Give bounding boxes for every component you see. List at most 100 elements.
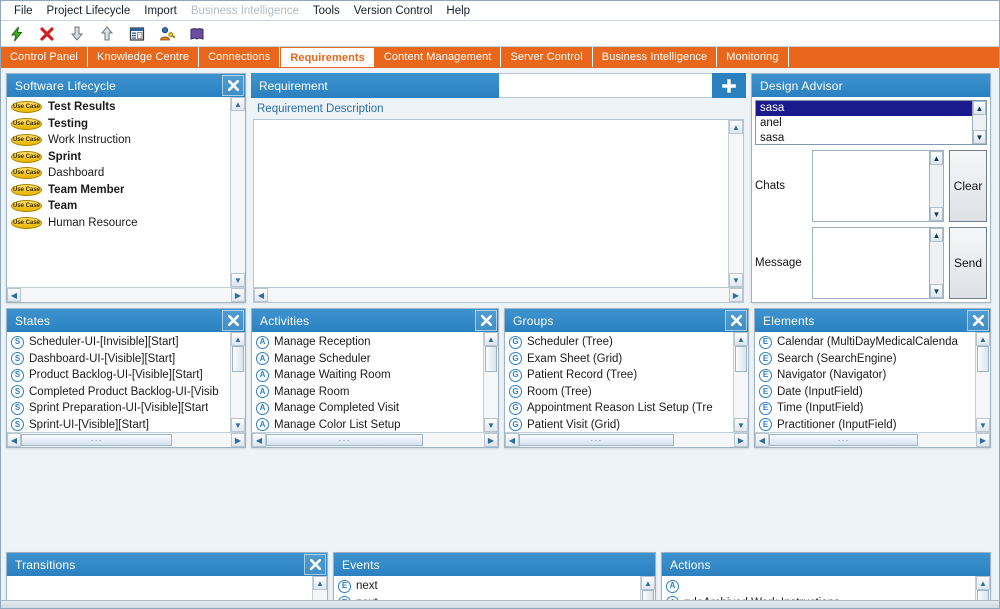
scroll-left-icon[interactable]: ◀: [755, 433, 769, 447]
scroll-track[interactable]: [641, 590, 655, 600]
scroll-up-icon[interactable]: ▲: [930, 228, 943, 242]
list-item[interactable]: EDate (InputField): [757, 384, 975, 401]
scroll-track[interactable]: [231, 111, 245, 273]
software-lifecycle-list[interactable]: Use CaseTest ResultsUse CaseTestingUse C…: [7, 97, 230, 287]
list-item[interactable]: GScheduler (Tree): [507, 334, 733, 351]
close-icon[interactable]: [475, 310, 497, 331]
scroll-thumb-h[interactable]: [519, 434, 674, 446]
list-item[interactable]: Use CaseTeam Member: [9, 182, 230, 199]
scroll-track[interactable]: [729, 134, 743, 273]
scroll-up-icon[interactable]: ▲: [231, 332, 245, 346]
menu-item-version-control[interactable]: Version Control: [347, 2, 440, 20]
list-item[interactable]: ECalendar (MultiDayMedicalCalenda: [757, 334, 975, 351]
scroll-up-icon[interactable]: ▲: [729, 120, 743, 134]
scroll-track[interactable]: [976, 346, 990, 418]
list-item[interactable]: ESearch (SearchEngine): [757, 351, 975, 368]
design-advisor-user-item[interactable]: sasa: [756, 101, 972, 116]
list-item[interactable]: AruleArchived Work Instructions: [664, 595, 975, 601]
menu-item-tools[interactable]: Tools: [306, 2, 347, 20]
scroll-right-icon[interactable]: ▶: [231, 433, 245, 447]
list-item[interactable]: GExam Sheet (Grid): [507, 351, 733, 368]
list-item[interactable]: SSprint Preparation-UI-[Visible][Start: [9, 400, 230, 417]
list-item[interactable]: Use CaseWork Instruction: [9, 132, 230, 149]
vertical-scrollbar[interactable]: ▲ ▼: [312, 576, 327, 600]
list-item[interactable]: A: [664, 578, 975, 595]
scroll-left-icon[interactable]: ◀: [7, 433, 21, 447]
menu-item-project-lifecycle[interactable]: Project Lifecycle: [40, 2, 138, 20]
scroll-up-icon[interactable]: ▲: [313, 576, 327, 590]
scroll-up-icon[interactable]: ▲: [484, 332, 498, 346]
scroll-track-h[interactable]: [21, 433, 231, 447]
horizontal-scrollbar[interactable]: ◀ ▶: [253, 288, 744, 303]
tab-business-intelligence[interactable]: Business Intelligence: [593, 47, 717, 67]
scroll-track-h[interactable]: [268, 288, 729, 302]
scroll-right-icon[interactable]: ▶: [484, 433, 498, 447]
list-item[interactable]: Use CaseTesting: [9, 116, 230, 133]
list-item[interactable]: SDashboard-UI-[Visible][Start]: [9, 351, 230, 368]
menu-item-import[interactable]: Import: [137, 2, 184, 20]
scroll-down-icon[interactable]: ▼: [930, 207, 943, 221]
scroll-right-icon[interactable]: ▶: [231, 288, 245, 302]
list-item[interactable]: Use CaseTeam: [9, 198, 230, 215]
scroll-track[interactable]: [313, 590, 327, 600]
vertical-scrollbar[interactable]: ▲ ▼: [640, 576, 655, 600]
chats-box[interactable]: ▲ ▼: [812, 150, 944, 222]
design-advisor-user-item[interactable]: anel: [756, 116, 972, 131]
scroll-down-icon[interactable]: ▼: [231, 273, 245, 287]
scroll-down-icon[interactable]: ▼: [734, 418, 748, 432]
add-requirement-button[interactable]: [712, 73, 746, 98]
tab-control-panel[interactable]: Control Panel: [1, 47, 88, 67]
close-icon[interactable]: [222, 310, 244, 331]
scroll-track-h[interactable]: [519, 433, 734, 447]
scroll-thumb[interactable]: [977, 590, 989, 600]
list-item[interactable]: AManage Completed Visit: [254, 400, 483, 417]
menu-item-file[interactable]: File: [7, 2, 40, 20]
list-item[interactable]: GRoom (Tree): [507, 384, 733, 401]
scroll-up-icon[interactable]: ▲: [976, 332, 990, 346]
scroll-down-icon[interactable]: ▼: [231, 418, 245, 432]
scroll-track-h[interactable]: [769, 433, 976, 447]
transitions-list[interactable]: [7, 576, 312, 600]
states-list[interactable]: SScheduler-UI-[Invisible][Start]SDashboa…: [7, 332, 230, 432]
list-item[interactable]: AManage Color List Setup: [254, 417, 483, 433]
scroll-right-icon[interactable]: ▶: [729, 288, 743, 302]
list-item[interactable]: Use CaseSprint: [9, 149, 230, 166]
list-item[interactable]: Use CaseHuman Resource: [9, 215, 230, 232]
list-item[interactable]: AManage Room: [254, 384, 483, 401]
tab-content-management[interactable]: Content Management: [375, 47, 502, 67]
scroll-up-icon[interactable]: ▲: [976, 576, 990, 590]
vertical-scrollbar[interactable]: ▲ ▼: [929, 228, 943, 298]
list-item[interactable]: AManage Reception: [254, 334, 483, 351]
scroll-thumb[interactable]: [232, 346, 244, 372]
scroll-track-h[interactable]: [266, 433, 484, 447]
requirement-name-input[interactable]: [499, 73, 712, 98]
message-box[interactable]: ▲ ▼: [812, 227, 944, 299]
close-icon[interactable]: [967, 310, 989, 331]
horizontal-scrollbar[interactable]: ◀ ▶: [505, 432, 748, 447]
scroll-down-icon[interactable]: ▼: [976, 418, 990, 432]
upload-arrow-icon[interactable]: [97, 24, 117, 44]
book-icon[interactable]: [187, 24, 207, 44]
user-permissions-icon[interactable]: [157, 24, 177, 44]
scroll-left-icon[interactable]: ◀: [252, 433, 266, 447]
message-textarea[interactable]: [813, 228, 929, 298]
scroll-thumb[interactable]: [977, 346, 989, 372]
activities-list[interactable]: AManage ReceptionAManage SchedulerAManag…: [252, 332, 483, 432]
tab-connections[interactable]: Connections: [199, 47, 280, 67]
delete-x-icon[interactable]: [37, 24, 57, 44]
scroll-down-icon[interactable]: ▼: [729, 273, 743, 287]
close-icon[interactable]: [304, 554, 326, 575]
vertical-scrollbar[interactable]: ▲ ▼: [483, 332, 498, 432]
scroll-thumb-h[interactable]: [21, 434, 172, 446]
scroll-thumb[interactable]: [642, 590, 654, 600]
scroll-down-icon[interactable]: ▼: [930, 284, 943, 298]
list-item[interactable]: AManage Scheduler: [254, 351, 483, 368]
vertical-scrollbar[interactable]: ▲ ▼: [230, 332, 245, 432]
list-item[interactable]: SCompleted Product Backlog-UI-[Visib: [9, 384, 230, 401]
vertical-scrollbar[interactable]: ▲ ▼: [975, 332, 990, 432]
design-advisor-user-item[interactable]: sasa: [756, 131, 972, 144]
vertical-scrollbar[interactable]: ▲ ▼: [733, 332, 748, 432]
list-item[interactable]: AManage Waiting Room: [254, 367, 483, 384]
list-item[interactable]: Use CaseTest Results: [9, 99, 230, 116]
scroll-up-icon[interactable]: ▲: [231, 97, 245, 111]
